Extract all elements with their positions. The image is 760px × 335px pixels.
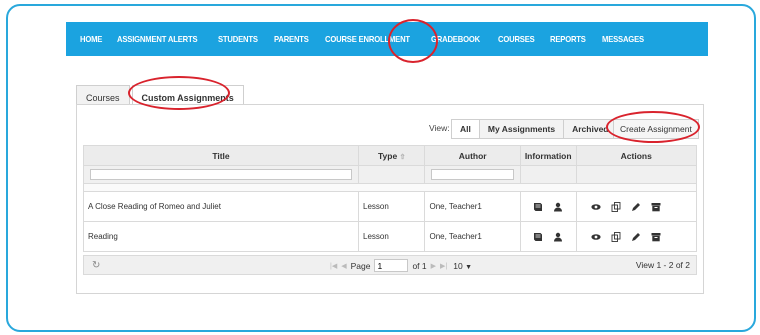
filter-row [83,165,697,184]
copy-icon[interactable] [611,231,621,242]
table-spacer [83,183,697,192]
row-type: Lesson [357,221,426,252]
row-title: A Close Reading of Romeo and Juliet [83,191,359,222]
archive-icon[interactable] [651,202,661,212]
header-information: Information [519,145,577,166]
pencil-icon[interactable] [631,202,641,212]
row-author: One, Teacher1 [424,191,521,222]
book-icon[interactable] [533,232,543,242]
top-nav: HOME ASSIGNMENT ALERTS STUDENTS PARENTS … [66,22,708,56]
assignments-panel: View: All My Assignments Archived Create… [76,104,704,294]
page-of-label: of 1 [412,260,427,271]
table-row: Reading Lesson One, Teacher1 [83,221,697,252]
book-icon[interactable] [533,202,543,212]
title-filter-input[interactable] [90,169,352,180]
user-icon[interactable] [553,232,563,242]
nav-assignment-alerts[interactable]: ASSIGNMENT ALERTS [117,34,198,44]
header-title[interactable]: Title [83,145,359,166]
view-my-assignments-button[interactable]: My Assignments [480,120,565,138]
page-label: Page [350,260,371,271]
nav-messages[interactable]: MESSAGES [602,34,644,44]
prev-page-icon[interactable]: ◀ [341,262,346,270]
create-assignment-button[interactable]: Create Assignment [613,119,699,139]
last-page-icon[interactable]: ▶| [440,262,447,270]
eye-icon[interactable] [590,202,601,212]
view-all-button[interactable]: All [452,120,480,138]
eye-icon[interactable] [590,232,601,242]
header-author[interactable]: Author [424,145,521,166]
pencil-icon[interactable] [631,232,641,242]
nav-students[interactable]: STUDENTS [218,34,258,44]
nav-reports[interactable]: REPORTS [550,34,586,44]
view-label: View: [429,123,450,133]
rows-per-page-select[interactable]: 10 ▼ [453,261,472,271]
table-header-row: Title Type ⇧ Author Information Actions [83,145,697,166]
assignments-table: Title Type ⇧ Author Information Actions [83,145,697,252]
view-archived-button[interactable]: Archived [564,120,616,138]
sort-up-icon: ⇧ [399,153,406,161]
pager-controls: |◀ ◀ Page of 1 ▶ ▶| 10 ▼ [330,259,472,272]
first-page-icon[interactable]: |◀ [330,262,337,270]
archive-icon[interactable] [651,232,661,242]
header-type[interactable]: Type ⇧ [357,145,426,166]
nav-courses[interactable]: COURSES [498,34,535,44]
nav-home[interactable]: HOME [80,34,102,44]
next-page-icon[interactable]: ▶ [431,262,436,270]
page-number-input[interactable] [374,259,409,272]
view-toggle: All My Assignments Archived [451,119,618,139]
author-filter-input[interactable] [431,169,514,180]
records-summary: View 1 - 2 of 2 [635,260,690,270]
row-type: Lesson [357,191,426,222]
user-icon[interactable] [553,202,563,212]
row-title: Reading [83,221,359,252]
nav-parents[interactable]: PARENTS [274,34,309,44]
nav-course-enrollment[interactable]: COURSE ENROLLMENT [325,34,410,44]
header-actions: Actions [575,145,697,166]
copy-icon[interactable] [611,201,621,212]
pager: ↻ |◀ ◀ Page of 1 ▶ ▶| 10 ▼ View 1 - 2 of… [83,255,697,275]
nav-gradebook[interactable]: GRADEBOOK [431,34,480,44]
chevron-down-icon: ▼ [465,263,473,271]
view-filter-row: View: All My Assignments Archived Create… [77,119,703,139]
refresh-icon[interactable]: ↻ [92,260,100,271]
table-row: A Close Reading of Romeo and Juliet Less… [83,191,697,222]
row-author: One, Teacher1 [424,221,521,252]
